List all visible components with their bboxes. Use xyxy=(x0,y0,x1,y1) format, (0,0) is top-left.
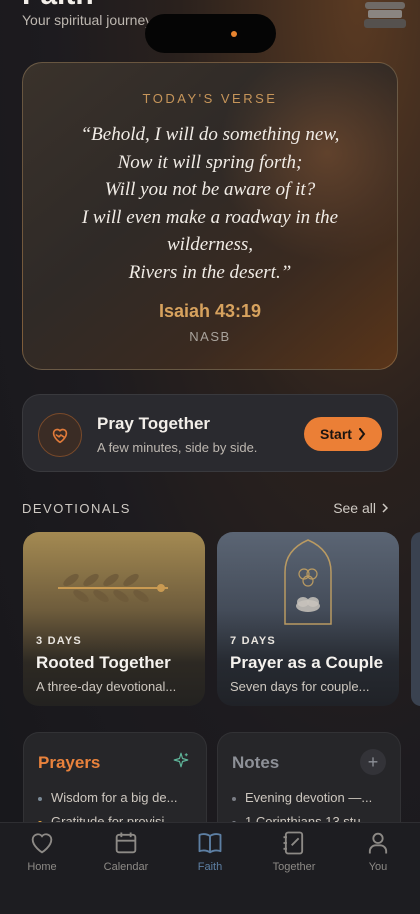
tab-calendar[interactable]: Calendar xyxy=(86,829,166,873)
devotional-card-partial[interactable] xyxy=(411,532,420,706)
verse-version: NASB xyxy=(189,329,231,344)
sparkle-icon[interactable] xyxy=(172,751,190,769)
verse-label: TODAY'S VERSE xyxy=(142,91,278,106)
tab-together[interactable]: Together xyxy=(254,829,334,873)
add-note-button[interactable]: + xyxy=(360,749,386,775)
tab-label: Home xyxy=(27,861,57,873)
couple-avatar-icon xyxy=(364,2,406,28)
tab-you[interactable]: You xyxy=(338,829,418,873)
page-title: Faith xyxy=(22,0,94,12)
list-item-text: Evening devotion —... xyxy=(245,790,373,805)
see-all-label: See all xyxy=(333,500,376,516)
church-window-icon xyxy=(284,539,332,625)
verse-line: wilderness, xyxy=(166,234,254,255)
tab-label: Faith xyxy=(197,861,223,873)
verse-line: “Behold, I will do something new, xyxy=(80,124,340,145)
devotional-description: Seven days for couple... xyxy=(230,679,370,694)
tab-label: You xyxy=(368,861,388,873)
start-button[interactable]: Start xyxy=(304,417,382,451)
tab-label: Together xyxy=(272,861,316,873)
devotional-days: 7 DAYS xyxy=(230,635,276,647)
bullet xyxy=(232,796,236,801)
see-all-link[interactable]: See all xyxy=(333,500,388,516)
notes-title: Notes xyxy=(232,753,280,772)
profile-button[interactable] xyxy=(362,0,408,30)
book-icon xyxy=(198,833,222,854)
page-subtitle: Your spiritual journey xyxy=(22,12,150,28)
devotional-title: Rooted Together xyxy=(36,653,171,672)
devotional-description: A three-day devotional... xyxy=(36,679,177,694)
tab-home[interactable]: Home xyxy=(2,829,82,873)
devotional-card[interactable]: 7 DAYS Prayer as a Couple Seven days for… xyxy=(217,532,399,706)
notebook-icon xyxy=(283,831,304,855)
list-item-text: Wisdom for a big de... xyxy=(51,790,178,805)
list-item[interactable]: Wisdom for a big de... xyxy=(38,786,196,810)
camera-notch xyxy=(145,14,276,53)
chevron-right-icon xyxy=(358,428,366,440)
person-icon xyxy=(368,832,388,854)
olive-branch-icon xyxy=(58,573,168,603)
calendar-icon xyxy=(115,832,137,854)
tab-faith[interactable]: Faith xyxy=(170,829,250,873)
verse-line: Will you not be aware of it? xyxy=(104,179,316,200)
verse-line: I will even make a roadway in the xyxy=(81,206,339,228)
start-button-label: Start xyxy=(320,426,352,442)
devotional-card[interactable]: 3 DAYS Rooted Together A three-day devot… xyxy=(23,532,205,706)
camera-indicator xyxy=(231,31,237,37)
verse-reference: Isaiah 43:19 xyxy=(158,301,262,321)
devotional-title: Prayer as a Couple xyxy=(230,653,384,672)
prayers-title: Prayers xyxy=(38,753,101,772)
verse-text: “Behold, I will do something new, Now it… xyxy=(43,121,377,286)
plus-icon: + xyxy=(367,751,379,772)
bullet xyxy=(38,796,42,801)
devotional-days: 3 DAYS xyxy=(36,635,82,647)
heart-icon xyxy=(31,833,53,854)
pray-together-card[interactable]: Pray Together A few minutes, side by sid… xyxy=(22,394,398,472)
list-item[interactable]: Evening devotion —... xyxy=(232,786,390,810)
heart-hands-icon xyxy=(38,413,82,457)
verse-line: Now it will spring forth; xyxy=(117,151,303,173)
pray-together-subtitle: A few minutes, side by side. xyxy=(97,440,258,455)
devotionals-section-title: DEVOTIONALS xyxy=(22,501,131,516)
tab-bar: Home Calendar Faith Together You xyxy=(0,822,420,914)
pray-together-title: Pray Together xyxy=(97,414,211,433)
tab-label: Calendar xyxy=(103,861,149,873)
chevron-right-icon xyxy=(382,503,388,513)
verse-card[interactable]: TODAY'S VERSE “Behold, I will do somethi… xyxy=(22,62,398,370)
verse-line: Rivers in the desert.” xyxy=(128,261,292,283)
